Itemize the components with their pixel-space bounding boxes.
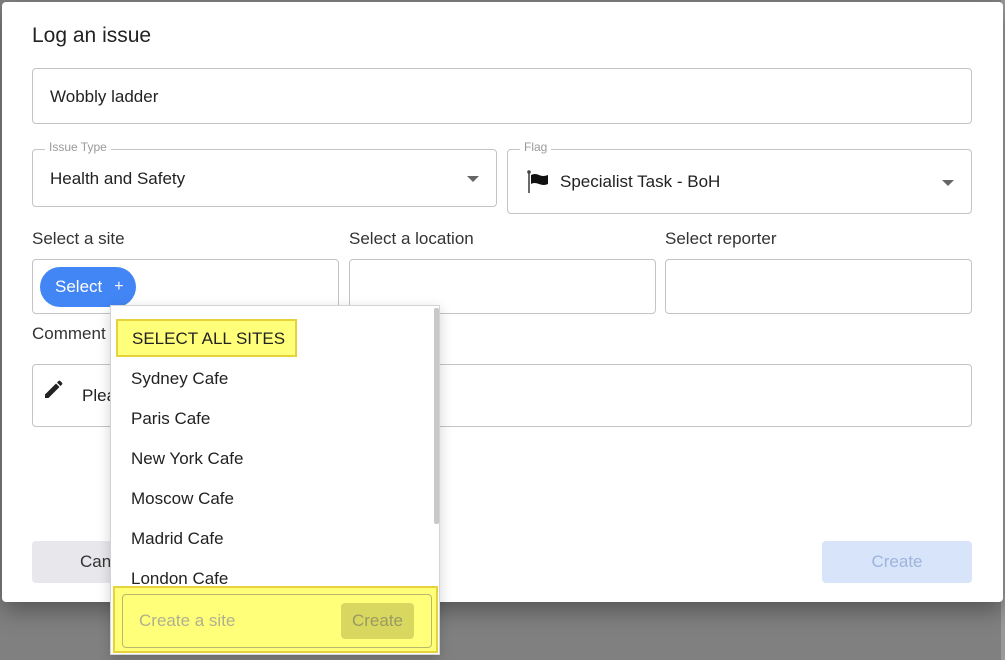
comment-label: Comment — [32, 324, 106, 343]
create-site-input[interactable]: Create a site Create — [122, 594, 432, 648]
site-dropdown: SELECT ALL SITES Sydney Cafe Paris Cafe … — [110, 305, 440, 655]
reporter-field[interactable] — [665, 259, 972, 314]
site-option[interactable]: Madrid Cafe — [131, 529, 224, 549]
dropdown-scrollbar[interactable] — [434, 308, 439, 524]
chevron-down-icon — [467, 176, 479, 182]
dialog-title: Log an issue — [32, 24, 152, 47]
site-option[interactable]: Moscow Cafe — [131, 489, 234, 509]
flag-select[interactable]: Flag Specialist Task - BoH — [507, 140, 972, 214]
site-option[interactable]: New York Cafe — [131, 449, 243, 469]
select-all-sites-option[interactable]: SELECT ALL SITES — [116, 319, 297, 357]
flag-legend: Flag — [520, 140, 552, 154]
flag-value: Specialist Task - BoH — [560, 172, 721, 191]
issue-type-legend: Issue Type — [45, 140, 111, 154]
plus-icon: + — [114, 278, 124, 295]
flag-icon — [526, 170, 552, 199]
site-option[interactable]: Sydney Cafe — [131, 369, 228, 389]
issue-type-select[interactable]: Issue Type Health and Safety — [32, 140, 497, 207]
create-site-footer: Create a site Create — [113, 586, 438, 653]
issue-type-value: Health and Safety — [50, 169, 186, 188]
issue-title-value: Wobbly ladder — [50, 87, 159, 106]
create-site-button[interactable]: Create — [341, 603, 414, 639]
site-label: Select a site — [32, 229, 125, 248]
create-site-placeholder: Create a site — [139, 611, 236, 630]
location-label: Select a location — [349, 229, 474, 248]
select-site-chip[interactable]: Select + — [40, 267, 136, 307]
select-site-chip-label: Select — [55, 277, 103, 296]
pencil-icon — [43, 380, 63, 405]
issue-title-input[interactable]: Wobbly ladder — [32, 68, 972, 124]
site-option[interactable]: Paris Cafe — [131, 409, 210, 429]
chevron-down-icon — [942, 180, 954, 186]
create-button[interactable]: Create — [822, 541, 972, 583]
reporter-label: Select reporter — [665, 229, 777, 248]
site-option[interactable]: London Cafe — [131, 569, 228, 584]
site-options-list: SELECT ALL SITES Sydney Cafe Paris Cafe … — [111, 306, 431, 584]
